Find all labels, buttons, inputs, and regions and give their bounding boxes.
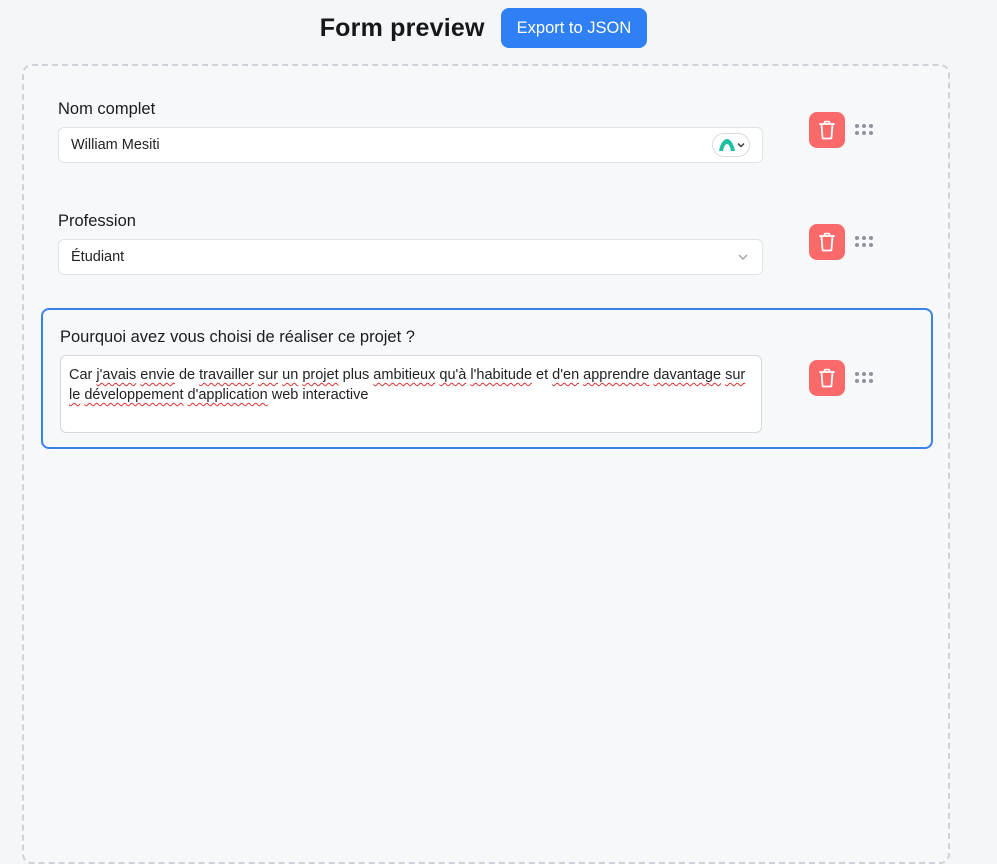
textarea-word: d'en [552, 367, 580, 383]
field-actions [809, 112, 875, 148]
field-label: Pourquoi avez vous choisi de réaliser ce… [60, 328, 415, 346]
input-value: William Mesiti [71, 137, 160, 153]
textarea-word: envie [140, 367, 175, 383]
textarea-word: et [536, 367, 549, 383]
textarea-word: un [282, 367, 299, 383]
textarea-word: travailler [199, 367, 254, 383]
textarea-value: Car j'avais envie de travailler sur un p… [69, 367, 745, 403]
trash-icon [819, 232, 835, 252]
textarea-word: d'application [187, 387, 268, 403]
textarea-word: l'habitude [470, 367, 533, 383]
text-input[interactable]: William Mesiti [58, 127, 763, 163]
textarea-word: apprendre [583, 367, 650, 383]
form-field-nom-complet: Nom complet William Mesiti [58, 100, 763, 163]
field-actions [809, 224, 875, 260]
textarea-input[interactable]: Car j'avais envie de travailler sur un p… [60, 355, 762, 433]
drag-handle-icon[interactable] [855, 372, 875, 384]
field-actions [809, 360, 875, 396]
selected-form-field[interactable]: Pourquoi avez vous choisi de réaliser ce… [41, 308, 933, 449]
textarea-word: web [271, 387, 299, 403]
textarea-word: sur [725, 367, 746, 383]
autofill-extension-icon[interactable] [712, 133, 750, 157]
delete-field-button[interactable] [809, 360, 845, 396]
chevron-down-icon [738, 254, 748, 260]
page-title: Form preview [319, 13, 485, 42]
textarea-word: qu'à [439, 367, 467, 383]
select-input[interactable]: Étudiant [58, 239, 763, 275]
textarea-word: développement [84, 387, 184, 403]
form-field-pourquoi: Pourquoi avez vous choisi de réaliser ce… [60, 328, 765, 433]
textarea-word: sur [257, 367, 279, 383]
textarea-word: j'avais [96, 367, 137, 383]
trash-icon [819, 120, 835, 140]
trash-icon [819, 368, 835, 388]
textarea-word: davantage [653, 367, 722, 383]
textarea-word: Car [69, 367, 93, 383]
drag-handle-icon[interactable] [855, 236, 875, 248]
delete-field-button[interactable] [809, 224, 845, 260]
chevron-down-icon [737, 143, 744, 148]
export-json-button[interactable]: Export to JSON [500, 8, 648, 48]
textarea-word: ambitieux [373, 367, 436, 383]
textarea-word: plus [342, 367, 370, 383]
drag-handle-icon[interactable] [855, 124, 875, 136]
form-canvas: Nom complet William Mesiti Profession Ét… [22, 64, 950, 864]
select-value: Étudiant [71, 249, 125, 265]
textarea-word: le [69, 387, 81, 403]
textarea-word: projet [302, 367, 339, 383]
textarea-word: interactive [302, 387, 369, 403]
delete-field-button[interactable] [809, 112, 845, 148]
header: Form preview Export to JSON [0, 8, 997, 48]
form-field-profession: Profession Étudiant [58, 212, 763, 275]
field-label: Profession [58, 212, 136, 230]
extension-logo-icon [718, 139, 735, 151]
field-label: Nom complet [58, 100, 156, 118]
textarea-word: de [178, 367, 196, 383]
